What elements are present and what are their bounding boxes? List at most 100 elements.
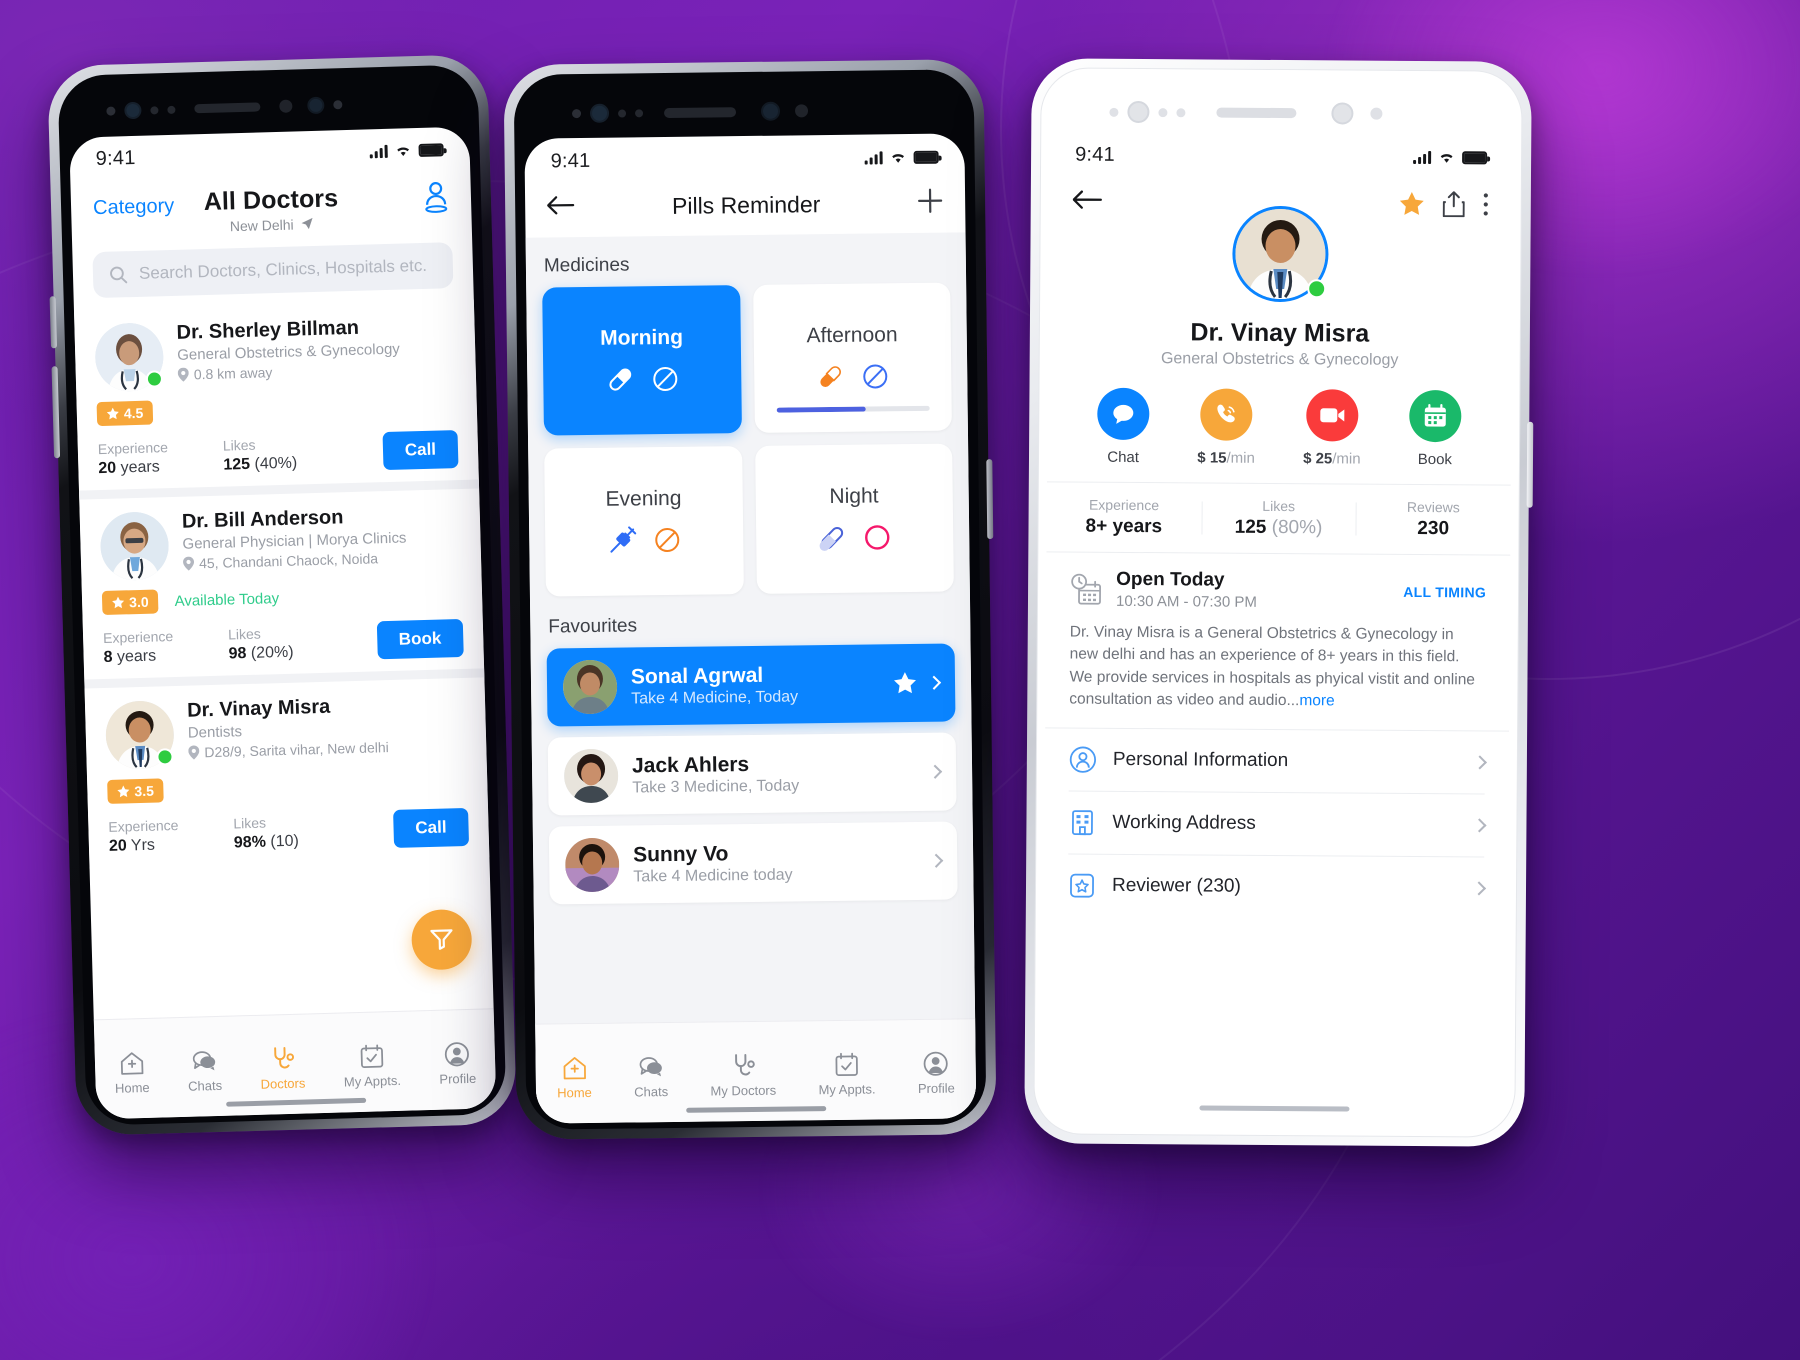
profile-links: Personal Information Working Address Rev… bbox=[1043, 727, 1510, 920]
front-sensors bbox=[1109, 100, 1383, 125]
share-icon[interactable] bbox=[1442, 191, 1465, 218]
chevron-right-icon bbox=[1472, 818, 1487, 833]
medicine-card-night[interactable]: Night bbox=[754, 443, 954, 594]
tab-my-doctors[interactable]: My Doctors bbox=[710, 1053, 776, 1099]
add-button[interactable] bbox=[917, 188, 943, 219]
action-label: Book bbox=[1417, 450, 1453, 469]
profile-avatar-icon bbox=[445, 1042, 470, 1067]
status-time: 9:41 bbox=[550, 149, 591, 172]
back-button[interactable] bbox=[1072, 189, 1103, 214]
tab-home[interactable]: Home bbox=[114, 1050, 150, 1096]
doctor-action-button[interactable]: Call bbox=[382, 430, 459, 471]
search-input[interactable]: Search Doctors, Clinics, Hospitals etc. bbox=[92, 242, 454, 299]
rating-badge: 3.0 bbox=[101, 589, 159, 616]
tab-chats[interactable]: Chats bbox=[634, 1054, 668, 1099]
favourite-name: Sunny Vo bbox=[632, 841, 729, 866]
action-chat[interactable]: Chat bbox=[1097, 387, 1150, 467]
all-timing-link[interactable]: ALL TIMING bbox=[1403, 583, 1486, 600]
calendar-check-icon bbox=[360, 1044, 384, 1068]
likes-stat: Likes 98% (10) bbox=[233, 814, 300, 852]
location-pin-icon bbox=[177, 367, 189, 382]
filter-fab-button[interactable] bbox=[410, 908, 473, 971]
doctor-card[interactable]: Dr. Sherley Billman General Obstetrics &… bbox=[73, 299, 479, 491]
experience-stat: Experience 20 years bbox=[97, 439, 169, 478]
star-filled-icon[interactable] bbox=[1399, 191, 1425, 217]
star-filled-icon[interactable] bbox=[893, 671, 917, 695]
battery-icon bbox=[418, 142, 444, 157]
tablet-blue-icon bbox=[863, 364, 888, 389]
experience-stat: Experience 8 years bbox=[102, 628, 174, 667]
star-icon bbox=[112, 596, 125, 609]
stethoscope-icon bbox=[274, 1046, 295, 1069]
status-bar: 9:41 bbox=[1049, 130, 1513, 181]
action-audio-call[interactable]: $ 15/min bbox=[1197, 388, 1255, 467]
action-book[interactable]: Book bbox=[1408, 389, 1462, 469]
medicine-card-evening[interactable]: Evening bbox=[544, 446, 744, 597]
phone2-screen: 9:41 Pills Reminder Medicines Morning Af… bbox=[524, 133, 977, 1124]
tab-profile[interactable]: Profile bbox=[917, 1051, 955, 1096]
tab-home[interactable]: Home bbox=[557, 1055, 592, 1100]
stat-experience: Experience 8+ years bbox=[1085, 496, 1163, 538]
front-sensors bbox=[571, 101, 809, 123]
experience-stat: Experience 20 Yrs bbox=[108, 816, 179, 855]
online-indicator bbox=[156, 748, 174, 766]
doctor-action-button[interactable]: Book bbox=[376, 618, 464, 660]
action-video-call[interactable]: $ 25/min bbox=[1303, 389, 1361, 468]
status-bar: 9:41 bbox=[524, 133, 965, 184]
location-pin-icon bbox=[188, 745, 200, 760]
doctor-list: Dr. Sherley Billman General Obstetrics &… bbox=[73, 299, 490, 869]
medicine-card-morning[interactable]: Morning bbox=[542, 285, 742, 436]
favourite-item[interactable]: Sonal Agrwal Take 4 Medicine, Today bbox=[546, 643, 956, 727]
more-vertical-icon[interactable] bbox=[1483, 192, 1489, 216]
doctor-action-button[interactable]: Call bbox=[392, 807, 470, 848]
rating-badge: 4.5 bbox=[96, 400, 154, 427]
medicines-grid: Morning Afternoon Evening Night bbox=[542, 282, 954, 597]
power-button[interactable] bbox=[986, 459, 994, 540]
search-placeholder: Search Doctors, Clinics, Hospitals etc. bbox=[138, 255, 428, 283]
favourite-item[interactable]: Sunny Vo Take 4 Medicine today bbox=[548, 821, 958, 905]
tab-chats[interactable]: Chats bbox=[187, 1048, 222, 1094]
doctor-name: Dr. Vinay Misra bbox=[1190, 318, 1370, 348]
battery-icon bbox=[913, 150, 939, 164]
person-pin-icon[interactable] bbox=[420, 179, 451, 219]
row-reviewer[interactable]: Reviewer (230) bbox=[1067, 853, 1487, 920]
back-button[interactable] bbox=[547, 195, 575, 220]
doctor-card[interactable]: Dr. Vinay Misra Dentists D28/9, Sarita v… bbox=[84, 668, 490, 869]
avatar bbox=[564, 837, 620, 893]
medicine-card-afternoon[interactable]: Afternoon bbox=[752, 282, 952, 433]
phone2-content: Medicines Morning Afternoon Evening Nigh… bbox=[525, 232, 977, 1119]
stethoscope-icon bbox=[735, 1053, 756, 1076]
likes-stat: Likes 125 (40%) bbox=[222, 436, 298, 474]
tab-my-appts[interactable]: My Appts. bbox=[818, 1052, 876, 1097]
read-more-link[interactable]: more bbox=[1299, 693, 1334, 710]
arrow-left-icon bbox=[1072, 189, 1102, 209]
favourite-name: Sonal Agrwal bbox=[630, 663, 764, 688]
wifi-icon bbox=[397, 146, 409, 156]
power-button[interactable] bbox=[1526, 421, 1534, 508]
plus-icon bbox=[918, 188, 943, 213]
star-icon bbox=[106, 407, 119, 420]
capsule-icon bbox=[609, 368, 631, 391]
home-plus-icon bbox=[563, 1057, 586, 1080]
doctor-stats: Experience 8+ years Likes 125 (80%) Revi… bbox=[1046, 481, 1511, 556]
phone-call-icon bbox=[1217, 404, 1235, 423]
favourite-item[interactable]: Jack Ahlers Take 3 Medicine, Today bbox=[547, 732, 957, 816]
tab-my-appts[interactable]: My Appts. bbox=[343, 1043, 401, 1089]
row-working-address[interactable]: Working Address bbox=[1068, 790, 1487, 857]
favourites-list: Sonal Agrwal Take 4 Medicine, Today Jack… bbox=[546, 643, 958, 905]
filter-icon bbox=[430, 929, 453, 950]
doctor-hero: Dr. Vinay Misra General Obstetrics & Gyn… bbox=[1048, 204, 1513, 370]
category-link[interactable]: Category bbox=[93, 195, 175, 220]
favourite-sub: Take 4 Medicine, Today bbox=[631, 687, 799, 707]
open-today-time: 10:30 AM - 07:30 PM bbox=[1115, 592, 1257, 611]
profile-avatar-icon bbox=[924, 1051, 949, 1076]
action-label: Chat bbox=[1107, 448, 1140, 467]
person-circle-icon bbox=[1069, 746, 1096, 773]
doctor-actions: Chat $ 15/min $ 25/min Book bbox=[1047, 367, 1512, 484]
doctor-card[interactable]: Dr. Bill Anderson General Physician | Mo… bbox=[79, 479, 485, 680]
search-icon bbox=[110, 266, 128, 283]
row-personal-information[interactable]: Personal Information bbox=[1069, 728, 1487, 793]
tab-profile[interactable]: Profile bbox=[438, 1041, 476, 1087]
tab-doctors[interactable]: Doctors bbox=[260, 1046, 306, 1092]
chevron-right-icon bbox=[929, 853, 944, 868]
